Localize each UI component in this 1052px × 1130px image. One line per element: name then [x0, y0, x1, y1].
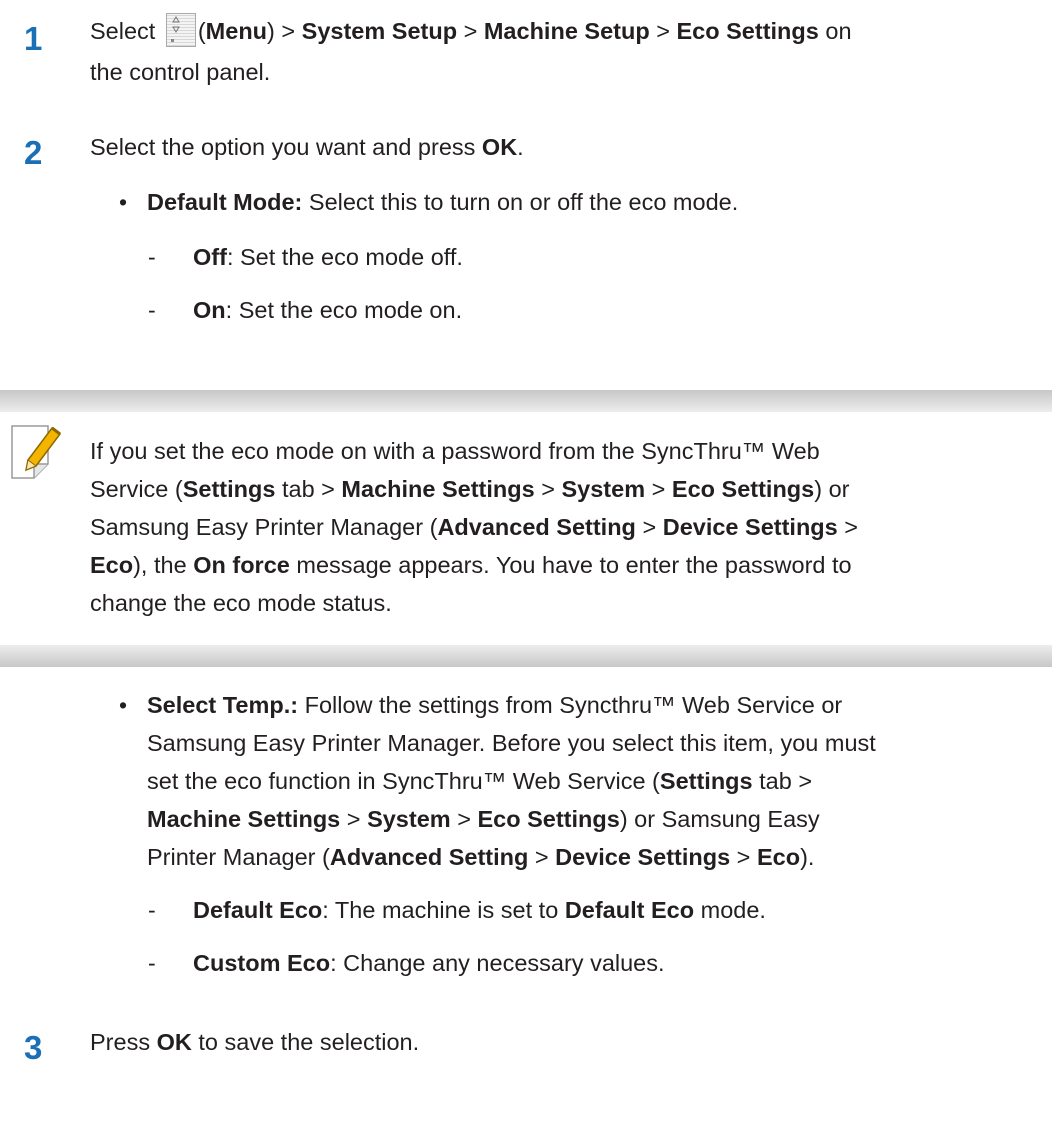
- note-line-5: change the eco mode status.: [90, 590, 392, 616]
- select-temp-line-2: Samsung Easy Printer Manager. Before you…: [147, 730, 876, 756]
- select-temp-line-4: Machine Settings > System > Eco Settings…: [147, 806, 820, 832]
- step-number-1: 1: [24, 20, 43, 57]
- step-1-line-2: the control panel.: [90, 59, 271, 85]
- select-temp-line-3: set the eco function in SyncThru™ Web Se…: [147, 768, 813, 794]
- on-item: On: Set the eco mode on.: [193, 297, 463, 323]
- step-number-2: 2: [24, 134, 43, 171]
- step-1-line-1: Select (Menu) > System Setup > Machine S…: [90, 13, 852, 48]
- dash: -: [148, 297, 156, 323]
- note-line-1: If you set the eco mode on with a passwo…: [90, 438, 820, 464]
- machine-setup-label: Machine Setup: [483, 18, 650, 44]
- default-mode-item: Default Mode: Select this to turn on or …: [147, 189, 739, 215]
- off-item: Off: Set the eco mode off.: [193, 244, 463, 270]
- menu-icon: [165, 13, 196, 47]
- dash: -: [148, 897, 156, 923]
- note-line-4: Eco), the On force message appears. You …: [90, 552, 852, 578]
- dash: -: [148, 950, 156, 976]
- note-bottom-band: [0, 645, 1052, 667]
- step-3-line-1: Press OK to save the selection.: [90, 1029, 420, 1055]
- select-temp-line-1: Select Temp.: Follow the settings from S…: [147, 692, 843, 718]
- system-setup-label: System Setup: [301, 18, 458, 44]
- ok-label: OK: [156, 1029, 192, 1055]
- step-2-line-1: Select the option you want and press OK.: [90, 134, 524, 160]
- ok-label: OK: [481, 134, 518, 160]
- note-top-band: [0, 390, 1052, 412]
- default-eco-item: Default Eco: The machine is set to Defau…: [193, 897, 766, 923]
- eco-settings-label: Eco Settings: [676, 18, 819, 44]
- custom-eco-item: Custom Eco: Change any necessary values.: [193, 950, 665, 976]
- menu-label: Menu: [205, 18, 268, 44]
- note-line-3: Samsung Easy Printer Manager (Advanced S…: [90, 514, 858, 540]
- dash: -: [148, 244, 156, 270]
- step-number-3: 3: [24, 1029, 43, 1066]
- note-pencil-icon: [8, 422, 70, 480]
- bullet: •: [119, 692, 128, 718]
- note-line-2: Service (Settings tab > Machine Settings…: [90, 476, 850, 502]
- text: Select: [90, 18, 162, 44]
- select-temp-line-5: Printer Manager (Advanced Setting > Devi…: [147, 844, 815, 870]
- bullet: •: [119, 189, 128, 215]
